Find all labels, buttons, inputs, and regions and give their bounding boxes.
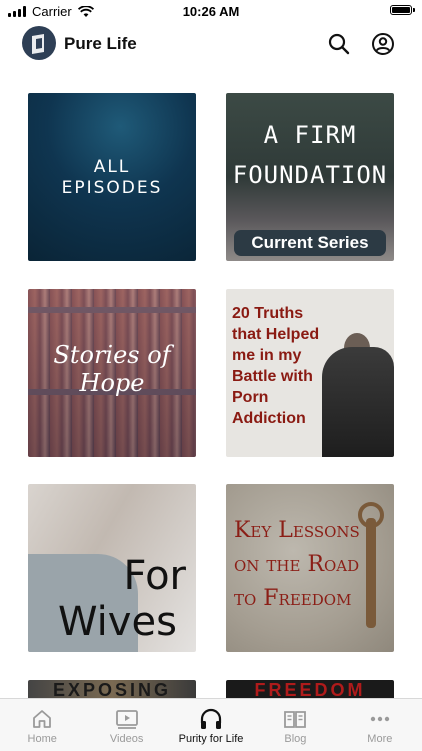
tile-exposing-title: EXPOSING	[52, 680, 172, 700]
tab-purity-for-life[interactable]: Purity for Life	[169, 699, 253, 751]
tile-20-truths-line: Addiction	[232, 410, 306, 427]
book-icon	[284, 711, 307, 728]
tile-firm-foundation-title: A FIRM FOUNDATION	[226, 115, 394, 195]
tile-stories-of-hope[interactable]: Stories of Hope	[28, 289, 196, 457]
tile-20-truths[interactable]: 20 Truths that Helped me in my Battle wi…	[226, 289, 394, 457]
tile-20-truths-line: Battle with	[232, 368, 313, 385]
tile-key-lessons-line: on the Road	[234, 552, 360, 577]
tile-all-episodes-line2: EPISODES	[61, 178, 163, 198]
tile-20-truths-line: 20 Truths	[232, 305, 304, 322]
tile-all-episodes-title: ALL EPISODES	[28, 157, 196, 199]
app-logo[interactable]	[22, 26, 56, 60]
tab-more[interactable]: More	[338, 699, 422, 751]
video-icon	[115, 710, 138, 729]
battery-icon	[390, 5, 415, 15]
tile-20-truths-title: 20 Truths that Helped me in my Battle wi…	[232, 303, 352, 429]
tile-exposing[interactable]: EXPOSING	[28, 680, 196, 700]
tab-purity-for-life-label: Purity for Life	[178, 733, 244, 745]
tab-videos-label: Videos	[109, 733, 144, 745]
tab-videos[interactable]: Videos	[84, 699, 168, 751]
more-icon	[370, 716, 390, 722]
status-time: 10:26 AM	[182, 4, 240, 19]
tile-key-lessons-line: to Freedom	[234, 586, 352, 611]
tab-home[interactable]: Home	[0, 699, 84, 751]
tile-firm-foundation-line1: A FIRM	[263, 121, 357, 149]
status-bar: Carrier 10:26 AM	[0, 0, 422, 22]
tile-20-truths-line: Porn	[232, 389, 269, 406]
tile-for-wives-line1: For	[123, 553, 187, 599]
headphones-icon	[200, 708, 222, 729]
tile-key-lessons[interactable]: Key Lessons on the Road to Freedom	[226, 484, 394, 652]
app-title: Pure Life	[64, 34, 137, 53]
tile-20-truths-line: that Helped	[232, 326, 320, 343]
logo-icon	[32, 34, 44, 54]
tab-blog[interactable]: Blog	[253, 699, 337, 751]
battery-level	[392, 7, 410, 13]
tile-for-wives[interactable]: For Wives	[28, 484, 196, 652]
tile-freedom-title: FREEDOM	[254, 680, 366, 700]
tile-firm-foundation[interactable]: A FIRM FOUNDATION Current Series	[226, 93, 394, 261]
tab-more-label: More	[367, 733, 393, 745]
tile-20-truths-line: me in my	[232, 347, 302, 364]
tab-blog-label: Blog	[284, 733, 307, 745]
tile-all-episodes-line1: ALL	[93, 157, 131, 177]
search-icon[interactable]	[327, 32, 351, 56]
tile-key-lessons-line: Key Lessons	[234, 518, 360, 543]
account-icon[interactable]	[371, 32, 395, 56]
tab-bar: Home Videos Purity for Life Blog More	[0, 698, 422, 751]
app-header: Pure Life	[0, 22, 422, 66]
current-series-badge: Current Series	[234, 230, 386, 256]
tile-stories-of-hope-title: Stories of Hope	[53, 341, 171, 397]
tile-all-episodes[interactable]: ALL EPISODES	[28, 93, 196, 261]
tile-key-lessons-title: Key Lessons on the Road to Freedom	[234, 514, 362, 616]
tile-for-wives-line2: Wives	[58, 599, 177, 645]
tab-home-label: Home	[27, 733, 57, 745]
key-icon	[366, 518, 376, 628]
home-icon	[33, 710, 52, 728]
tile-firm-foundation-line2: FOUNDATION	[232, 161, 388, 189]
tile-freedom[interactable]: FREEDOM	[226, 680, 394, 700]
